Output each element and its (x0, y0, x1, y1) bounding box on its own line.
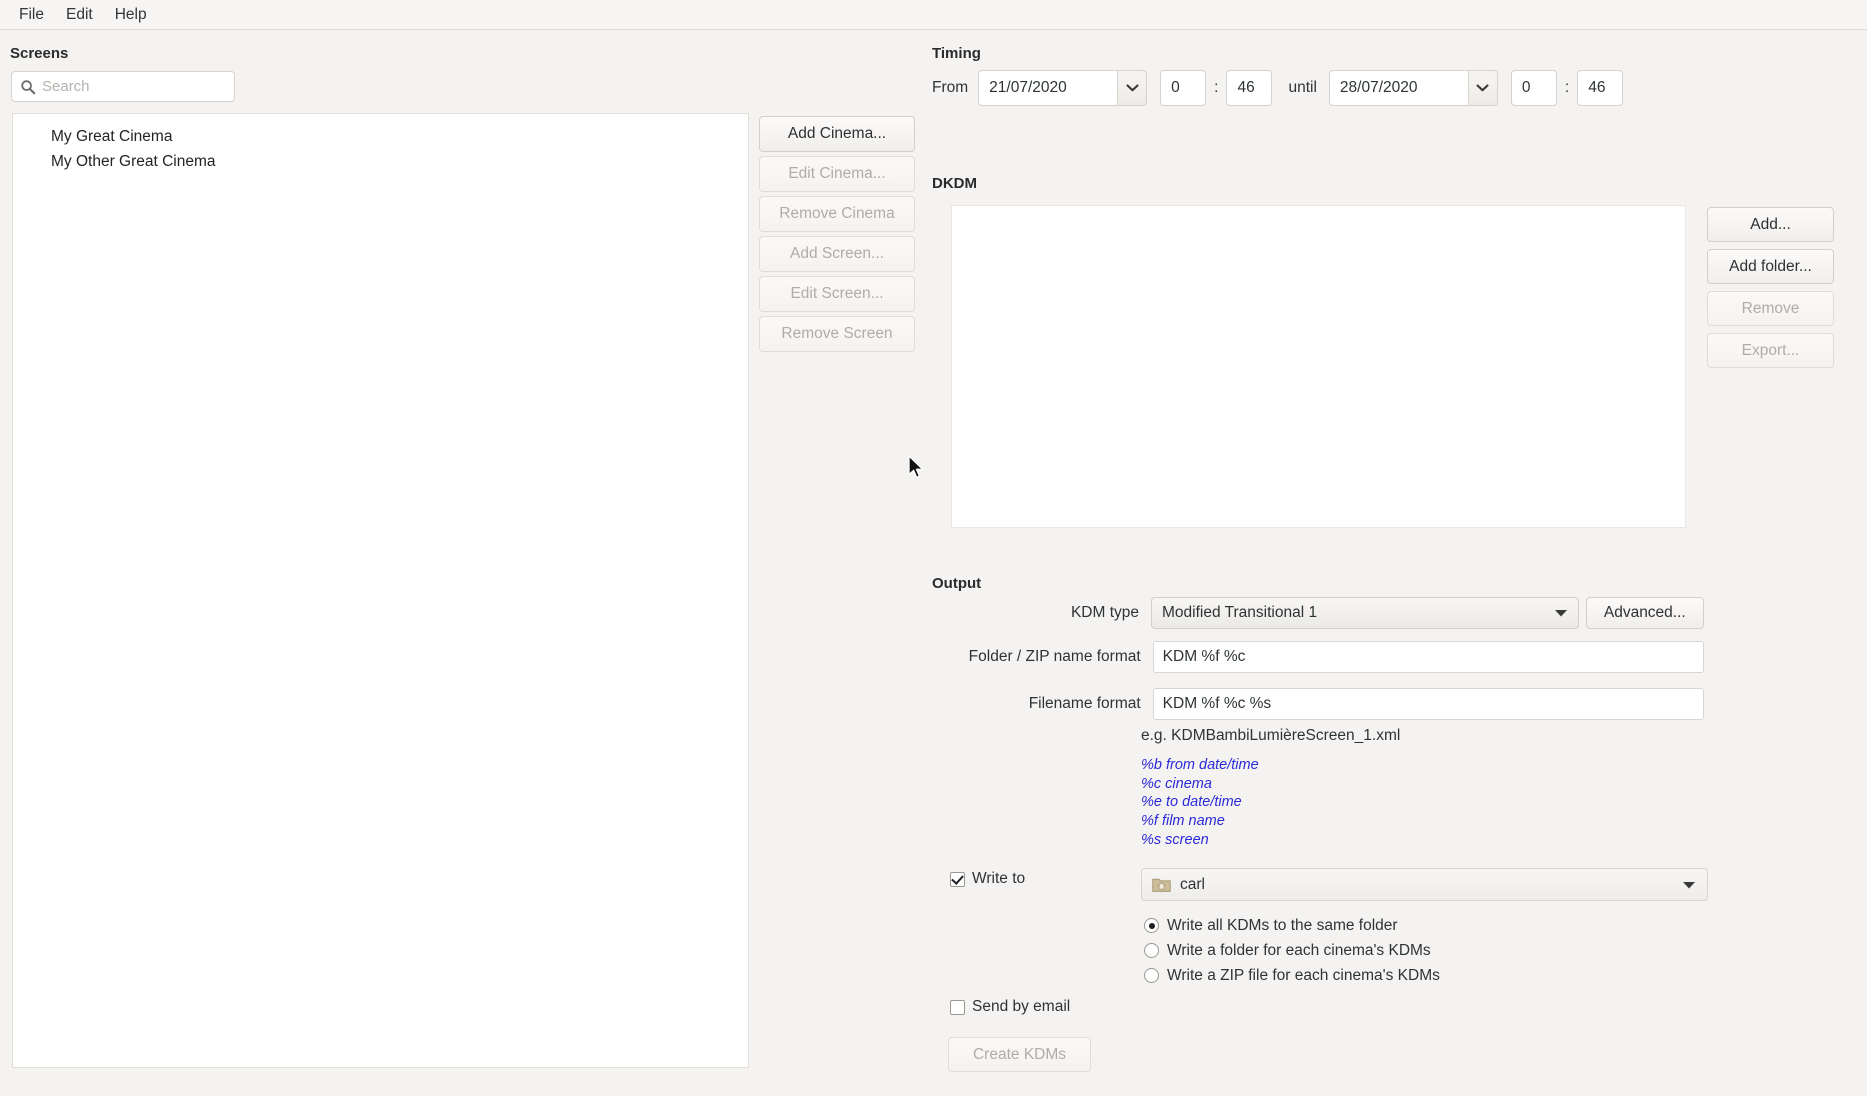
list-item[interactable]: My Other Great Cinema (13, 149, 748, 174)
send-by-email-row: Send by email (950, 998, 1070, 1016)
dkdm-section-title: DKDM (932, 175, 977, 192)
radio-label: Write all KDMs to the same folder (1167, 916, 1398, 934)
search-icon (20, 79, 36, 95)
remove-cinema-button: Remove Cinema (759, 196, 915, 232)
from-label: From (932, 79, 969, 96)
radio-label: Write a ZIP file for each cinema's KDMs (1167, 966, 1440, 984)
menu-item-file[interactable]: File (8, 3, 55, 27)
write-mode-radio-group: Write all KDMs to the same folder Write … (1144, 913, 1440, 988)
timing-section-title: Timing (932, 45, 981, 62)
until-hour-input[interactable]: 0 (1510, 70, 1557, 106)
chevron-down-icon (1554, 604, 1567, 622)
kdm-type-value: Modified Transitional 1 (1162, 604, 1318, 621)
write-to-checkbox[interactable] (950, 871, 965, 887)
create-kdms-button: Create KDMs (948, 1037, 1091, 1072)
filename-format-row: Filename format KDM %f %c %s (944, 688, 1704, 720)
menu-item-edit[interactable]: Edit (55, 3, 104, 27)
timing-row: From 21/07/2020 0 : 46 until 28/07/2020 … (932, 70, 1624, 106)
format-variable-item: %b from date/time (1141, 757, 1259, 773)
search-input[interactable] (42, 78, 226, 95)
cinema-tree-list[interactable]: My Great Cinema My Other Great Cinema (12, 113, 749, 1068)
radio-option-folder-per-cinema[interactable]: Write a folder for each cinema's KDMs (1144, 938, 1440, 963)
output-folder-value: carl (1180, 875, 1205, 893)
kdm-type-row: KDM type Modified Transitional 1 Advance… (944, 597, 1704, 629)
chevron-down-icon (1126, 84, 1139, 92)
remove-screen-button: Remove Screen (759, 316, 915, 352)
output-section-title: Output (932, 575, 982, 592)
from-time-separator: : (1214, 79, 1219, 96)
edit-screen-button: Edit Screen... (759, 276, 915, 312)
remove-dkdm-button: Remove (1707, 291, 1834, 326)
add-cinema-button[interactable]: Add Cinema... (759, 116, 915, 152)
folder-format-input[interactable]: KDM %f %c (1152, 641, 1704, 673)
advanced-button[interactable]: Advanced... (1585, 597, 1704, 629)
output-folder-select[interactable]: carl (1141, 868, 1708, 901)
edit-cinema-button: Edit Cinema... (759, 156, 915, 192)
until-time-separator: : (1564, 79, 1570, 96)
filename-example-text: e.g. KDMBambiLumièreScreen_1.xml (1141, 727, 1401, 744)
from-date-input[interactable]: 21/07/2020 (978, 70, 1119, 106)
until-date-input[interactable]: 28/07/2020 (1328, 70, 1469, 106)
chevron-down-icon (1476, 84, 1489, 92)
chevron-down-icon (1683, 876, 1695, 894)
format-variable-item: %s screen (1141, 831, 1209, 848)
write-to-row: Write to (950, 870, 1025, 888)
search-input-wrapper[interactable] (11, 71, 235, 102)
radio-indicator[interactable] (1144, 968, 1159, 983)
from-date-dropdown-button[interactable] (1118, 70, 1148, 106)
until-date-dropdown-button[interactable] (1468, 70, 1498, 106)
until-label: until (1288, 79, 1317, 96)
radio-option-zip-per-cinema[interactable]: Write a ZIP file for each cinema's KDMs (1144, 963, 1440, 988)
write-to-label: Write to (972, 870, 1026, 887)
add-screen-button: Add Screen... (759, 236, 915, 272)
list-item[interactable]: My Great Cinema (13, 124, 748, 149)
kdm-type-label: KDM type (1070, 604, 1140, 621)
until-minute-input[interactable]: 46 (1577, 70, 1624, 106)
format-variable-item: %f film name (1141, 813, 1225, 830)
cinema-button-column: Add Cinema... Edit Cinema... Remove Cine… (759, 116, 915, 356)
folder-format-row: Folder / ZIP name format KDM %f %c (944, 641, 1704, 673)
radio-indicator[interactable] (1144, 943, 1159, 958)
dkdm-button-column: Add... Add folder... Remove Export... (1707, 207, 1834, 375)
format-variable-item: %c cinema (1141, 775, 1212, 792)
menu-bar: File Edit Help (0, 0, 1867, 30)
format-variables-legend: %b from date/time %c cinema %e to date/t… (1141, 756, 1259, 850)
format-variable-item: %e to date/time (1141, 794, 1242, 811)
home-folder-icon (1152, 877, 1171, 893)
radio-label: Write a folder for each cinema's KDMs (1167, 941, 1431, 959)
folder-format-label: Folder / ZIP name format (968, 648, 1141, 665)
from-minute-input[interactable]: 46 (1226, 70, 1273, 106)
send-by-email-checkbox[interactable] (950, 999, 965, 1015)
screens-section-title: Screens (10, 45, 69, 62)
filename-format-input[interactable]: KDM %f %c %s (1152, 688, 1704, 720)
add-dkdm-folder-button[interactable]: Add folder... (1707, 249, 1834, 284)
filename-format-label: Filename format (1028, 695, 1141, 712)
radio-option-same-folder[interactable]: Write all KDMs to the same folder (1144, 913, 1440, 938)
mouse-cursor (908, 455, 926, 481)
menu-item-help[interactable]: Help (104, 3, 158, 27)
kdm-type-select[interactable]: Modified Transitional 1 (1151, 597, 1579, 629)
radio-indicator[interactable] (1144, 918, 1159, 933)
send-by-email-label: Send by email (972, 998, 1071, 1015)
from-hour-input[interactable]: 0 (1160, 70, 1207, 106)
add-dkdm-button[interactable]: Add... (1707, 207, 1834, 242)
export-dkdm-button: Export... (1707, 333, 1834, 368)
dkdm-list[interactable] (951, 205, 1686, 528)
